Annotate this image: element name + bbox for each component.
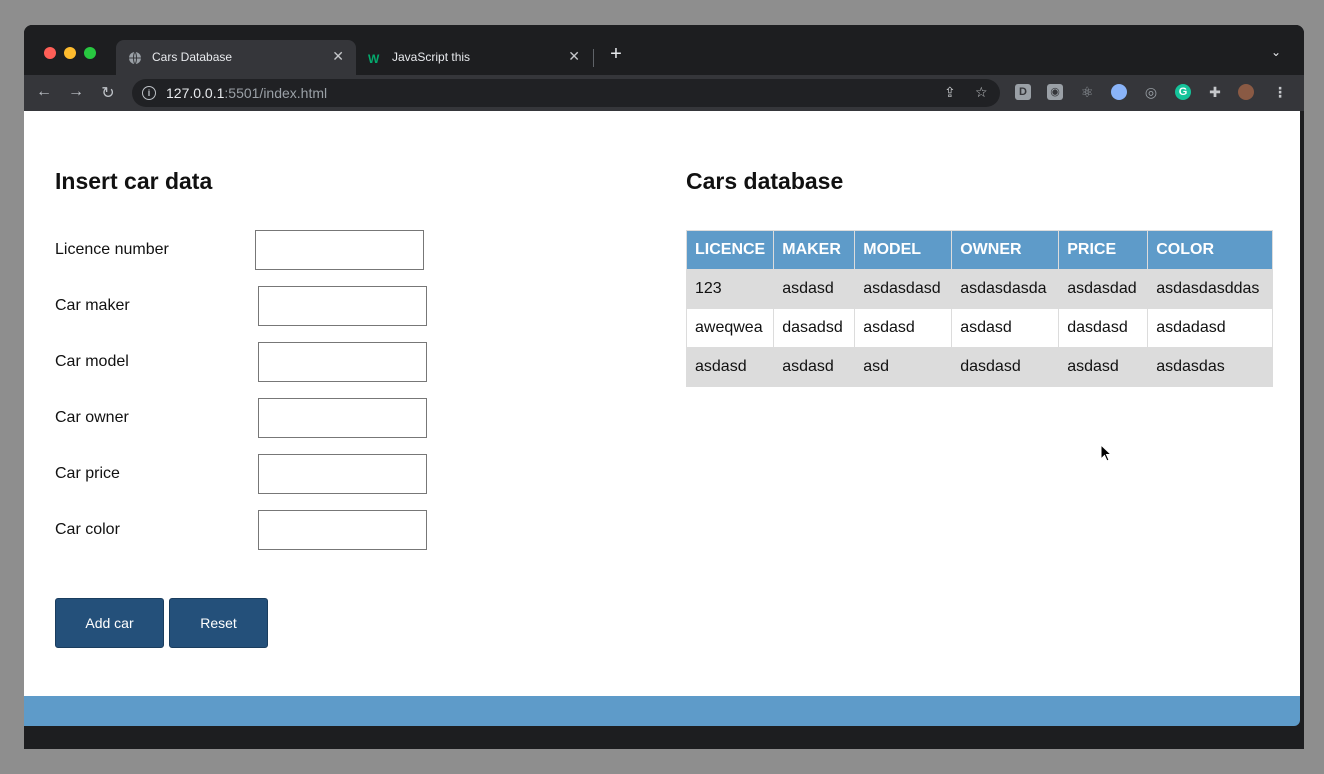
- w3schools-icon: W: [368, 51, 382, 65]
- close-icon[interactable]: ✕: [568, 48, 580, 65]
- table-header-row: LICENCE MAKER MODEL OWNER PRICE COLOR: [685, 230, 1274, 270]
- column-header-price: PRICE: [1058, 230, 1149, 270]
- minimize-window-button[interactable]: [64, 47, 76, 59]
- table-cell: asdasd: [773, 269, 856, 309]
- back-icon[interactable]: ←: [34, 83, 54, 101]
- close-icon[interactable]: ✕: [332, 48, 344, 65]
- tab-bar: Cars Database ✕ W JavaScript this ✕ + ⌄: [24, 25, 1304, 75]
- column-header-owner: OWNER: [951, 230, 1060, 270]
- column-header-model: MODEL: [854, 230, 953, 270]
- new-tab-icon[interactable]: +: [606, 43, 626, 66]
- column-header-licence: LICENCE: [685, 230, 775, 270]
- price-label: Car price: [55, 465, 120, 482]
- cars-table: LICENCE MAKER MODEL OWNER PRICE COLOR 12…: [685, 230, 1274, 387]
- table-row: 123 asdasd asdasdasd asdasdasda asdasdad…: [685, 269, 1274, 309]
- maker-input[interactable]: [258, 286, 427, 326]
- svg-text:W: W: [368, 52, 380, 65]
- owner-input[interactable]: [258, 398, 427, 438]
- form-title: Insert car data: [55, 168, 213, 194]
- browser-toolbar: ← → ↻ i 127.0.0.1:5501/index.html ⇪ ☆ D …: [24, 75, 1304, 111]
- chevron-down-icon[interactable]: ⌄: [1271, 45, 1281, 59]
- price-input[interactable]: [258, 454, 427, 494]
- close-window-button[interactable]: [44, 47, 56, 59]
- database-title: Cars database: [686, 168, 844, 194]
- table-cell: aweqwea: [685, 308, 775, 348]
- browser-window: Cars Database ✕ W JavaScript this ✕ + ⌄ …: [24, 25, 1304, 749]
- address-bar[interactable]: i 127.0.0.1:5501/index.html ⇪ ☆: [132, 79, 1000, 107]
- tab-title: Cars Database: [152, 50, 233, 64]
- model-input[interactable]: [258, 342, 427, 382]
- owner-label: Car owner: [55, 409, 129, 426]
- maximize-window-button[interactable]: [84, 47, 96, 59]
- tab-title: JavaScript this: [392, 50, 471, 64]
- add-car-button[interactable]: Add car: [55, 598, 164, 648]
- react-icon[interactable]: ⚛: [1079, 84, 1095, 100]
- table-row: aweqwea dasadsd asdasd asdasd dasdasd as…: [685, 308, 1274, 348]
- table-cell: 123: [685, 269, 775, 309]
- table-cell: asdasdasddas: [1147, 269, 1274, 309]
- table-cell: dasdasd: [951, 347, 1060, 387]
- page-footer: [24, 696, 1300, 726]
- avatar[interactable]: [1238, 84, 1254, 100]
- table-cell: asdasdas: [1147, 347, 1274, 387]
- extension-blue-icon[interactable]: [1111, 84, 1127, 100]
- table-cell: asdasd: [951, 308, 1060, 348]
- url-text: 127.0.0.1:5501/index.html: [166, 85, 328, 101]
- mouse-cursor-icon: [1100, 444, 1112, 462]
- color-input[interactable]: [258, 510, 427, 550]
- table-cell: asdasd: [1058, 347, 1149, 387]
- extension-d-icon[interactable]: D: [1015, 84, 1031, 100]
- reset-button[interactable]: Reset: [169, 598, 268, 648]
- tab-javascript-this[interactable]: W JavaScript this ✕: [356, 40, 592, 75]
- info-icon[interactable]: i: [142, 86, 156, 100]
- table-cell: asdasd: [685, 347, 775, 387]
- table-cell: dasadsd: [773, 308, 856, 348]
- table-cell: dasdasd: [1058, 308, 1149, 348]
- grammarly-icon[interactable]: G: [1175, 84, 1191, 100]
- table-cell: asdasdasd: [854, 269, 953, 309]
- table-cell: asdasd: [773, 347, 856, 387]
- table-cell: asd: [854, 347, 953, 387]
- table-cell: asdasdad: [1058, 269, 1149, 309]
- forward-icon[interactable]: →: [66, 83, 86, 101]
- tab-divider: [593, 49, 594, 67]
- table-cell: asdadasd: [1147, 308, 1274, 348]
- tab-cars-database[interactable]: Cars Database ✕: [116, 40, 356, 75]
- star-icon[interactable]: ☆: [975, 84, 988, 101]
- model-label: Car model: [55, 353, 129, 370]
- share-icon[interactable]: ⇪: [944, 84, 956, 101]
- table-cell: asdasdasda: [951, 269, 1060, 309]
- table-row: asdasd asdasd asd dasdasd asdasd asdasda…: [685, 347, 1274, 387]
- menu-icon[interactable]: ⋮: [1272, 84, 1288, 100]
- licence-input[interactable]: [255, 230, 424, 270]
- camera-icon[interactable]: ◉: [1047, 84, 1063, 100]
- globe-icon: [128, 51, 142, 65]
- color-label: Car color: [55, 521, 120, 538]
- target-icon[interactable]: ◎: [1143, 84, 1159, 100]
- reload-icon[interactable]: ↻: [98, 83, 118, 103]
- licence-label: Licence number: [55, 241, 169, 258]
- puzzle-icon[interactable]: ✚: [1207, 84, 1223, 100]
- column-header-maker: MAKER: [773, 230, 856, 270]
- table-cell: asdasd: [854, 308, 953, 348]
- maker-label: Car maker: [55, 297, 130, 314]
- page-content: Insert car data Licence number Car maker…: [24, 111, 1300, 699]
- column-header-color: COLOR: [1147, 230, 1274, 270]
